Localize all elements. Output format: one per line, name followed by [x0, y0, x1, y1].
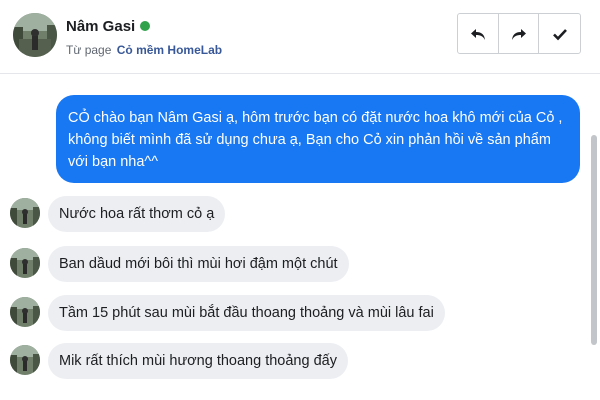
sender-avatar[interactable]: [10, 345, 40, 375]
incoming-message-row: Mik rất thích mùi hương thoang thoảng đấ…: [10, 343, 570, 379]
reply-button[interactable]: [458, 14, 499, 53]
contact-name[interactable]: Nâm Gasi: [66, 18, 135, 35]
incoming-message-bubble: Tầm 15 phút sau mùi bắt đầu thoang thoản…: [48, 295, 445, 331]
contact-name-row: Nâm Gasi: [66, 18, 151, 35]
page-prefix: Từ page: [66, 43, 112, 57]
sender-avatar[interactable]: [10, 248, 40, 278]
incoming-message-row: Tầm 15 phút sau mùi bắt đầu thoang thoản…: [10, 295, 570, 331]
reply-icon: [470, 28, 485, 40]
incoming-message-row: Ban dầud mới bôi thì mùi hơi đậm một chú…: [10, 246, 570, 282]
online-status-icon: [140, 21, 151, 32]
conversation-actions: [457, 13, 581, 54]
page-source-line: Từ page Cỏ mềm HomeLab: [66, 43, 222, 57]
incoming-message-row: Nước hoa rất thơm cỏ ạ: [10, 196, 570, 232]
forward-button[interactable]: [499, 14, 540, 53]
outgoing-message-bubble: CỎ chào bạn Nâm Gasi ạ, hôm trước bạn có…: [56, 95, 580, 183]
contact-avatar[interactable]: [13, 13, 57, 57]
checkmark-icon: [552, 28, 567, 40]
sender-avatar[interactable]: [10, 198, 40, 228]
mark-done-button[interactable]: [539, 14, 580, 53]
incoming-message-bubble: Nước hoa rất thơm cỏ ạ: [48, 196, 226, 232]
sender-avatar[interactable]: [10, 297, 40, 327]
thread-scrollbar[interactable]: [591, 135, 597, 345]
incoming-message-bubble: Mik rất thích mùi hương thoang thoảng đấ…: [48, 343, 348, 379]
incoming-message-bubble: Ban dầud mới bôi thì mùi hơi đậm một chú…: [48, 246, 349, 282]
page-name-link[interactable]: Cỏ mềm HomeLab: [117, 43, 222, 57]
message-thread[interactable]: CỎ chào bạn Nâm Gasi ạ, hôm trước bạn có…: [0, 75, 600, 400]
forward-icon: [511, 28, 526, 40]
conversation-header: Nâm Gasi Từ page Cỏ mềm HomeLab: [0, 0, 600, 74]
